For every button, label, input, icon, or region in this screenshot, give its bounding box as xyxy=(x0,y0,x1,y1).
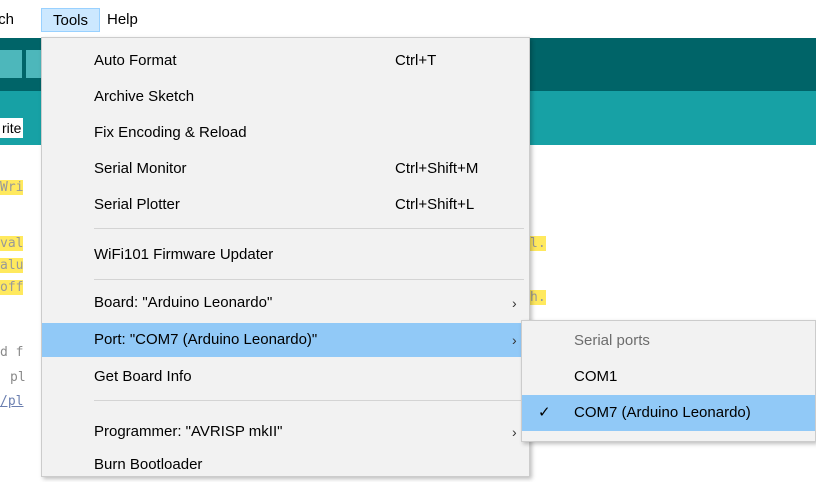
submenu-header: Serial ports xyxy=(522,323,815,359)
menu-item-label: Auto Format xyxy=(94,52,177,69)
menu-separator xyxy=(94,279,524,280)
menu-item-fix-encoding[interactable]: Fix Encoding & Reload xyxy=(42,116,529,150)
port-item-label: COM7 (Arduino Leonardo) xyxy=(574,404,751,421)
port-item-label: COM1 xyxy=(574,368,618,385)
menu-item-label: Get Board Info xyxy=(94,368,192,385)
menu-item-serial-monitor[interactable]: Serial Monitor Ctrl+Shift+M xyxy=(42,152,529,186)
menu-tools[interactable]: Tools xyxy=(41,8,100,32)
code-fragment: h. xyxy=(530,290,546,305)
checkmark-icon: ✓ xyxy=(538,404,551,421)
code-fragment: pl xyxy=(10,370,26,385)
sketch-tab[interactable]: rite xyxy=(0,118,24,138)
menu-item-auto-format[interactable]: Auto Format Ctrl+T xyxy=(42,44,529,78)
menu-separator xyxy=(94,400,524,401)
menu-item-board[interactable]: Board: "Arduino Leonardo" › xyxy=(42,286,529,320)
menu-item-label: Serial Plotter xyxy=(94,196,180,213)
menu-item-label: Burn Bootloader xyxy=(94,456,203,473)
menu-item-label: WiFi101 Firmware Updater xyxy=(94,246,274,263)
menu-item-label: Fix Encoding & Reload xyxy=(94,124,247,141)
menu-sketch[interactable]: tch xyxy=(0,8,14,32)
port-item-com7[interactable]: ✓ COM7 (Arduino Leonardo) xyxy=(522,395,815,431)
menu-item-label: Port: "COM7 (Arduino Leonardo)" xyxy=(94,331,318,348)
menu-separator xyxy=(94,228,524,229)
menu-item-shortcut: Ctrl+T xyxy=(395,52,437,69)
code-fragment: d f xyxy=(0,345,24,360)
menu-item-label: Board: "Arduino Leonardo" xyxy=(94,294,273,311)
menu-help[interactable]: Help xyxy=(107,8,138,32)
chevron-right-icon: › xyxy=(512,332,517,348)
code-fragment: Wri xyxy=(0,180,24,195)
menu-item-wifi-updater[interactable]: WiFi101 Firmware Updater xyxy=(42,238,529,272)
tools-menu: Auto Format Ctrl+T Archive Sketch Fix En… xyxy=(41,37,530,477)
menu-item-serial-plotter[interactable]: Serial Plotter Ctrl+Shift+L xyxy=(42,188,529,222)
menu-item-burn-bootloader[interactable]: Burn Bootloader xyxy=(42,448,529,482)
chevron-right-icon: › xyxy=(512,295,517,311)
code-fragment: alu xyxy=(0,258,24,273)
menu-item-shortcut: Ctrl+Shift+M xyxy=(395,160,479,177)
code-fragment: off xyxy=(0,280,24,295)
menu-item-get-board-info[interactable]: Get Board Info xyxy=(42,360,529,394)
submenu-header-label: Serial ports xyxy=(574,332,650,349)
menu-item-shortcut: Ctrl+Shift+L xyxy=(395,196,475,213)
menu-item-label: Programmer: "AVRISP mkII" xyxy=(94,423,283,440)
menu-item-label: Serial Monitor xyxy=(94,160,187,177)
code-fragment: /pl xyxy=(0,394,24,409)
menu-item-label: Archive Sketch xyxy=(94,88,195,105)
menu-bar: tch Tools Help xyxy=(0,0,816,39)
port-item-com1[interactable]: COM1 xyxy=(522,359,815,395)
menu-item-archive-sketch[interactable]: Archive Sketch xyxy=(42,80,529,114)
port-submenu: Serial ports COM1 ✓ COM7 (Arduino Leonar… xyxy=(521,320,816,442)
code-fragment: val xyxy=(0,236,24,251)
menu-item-programmer[interactable]: Programmer: "AVRISP mkII" › xyxy=(42,415,529,449)
menu-item-port[interactable]: Port: "COM7 (Arduino Leonardo)" › xyxy=(42,323,529,357)
code-fragment: l. xyxy=(530,236,546,251)
upload-button[interactable] xyxy=(0,50,22,78)
chevron-right-icon: › xyxy=(512,424,517,440)
